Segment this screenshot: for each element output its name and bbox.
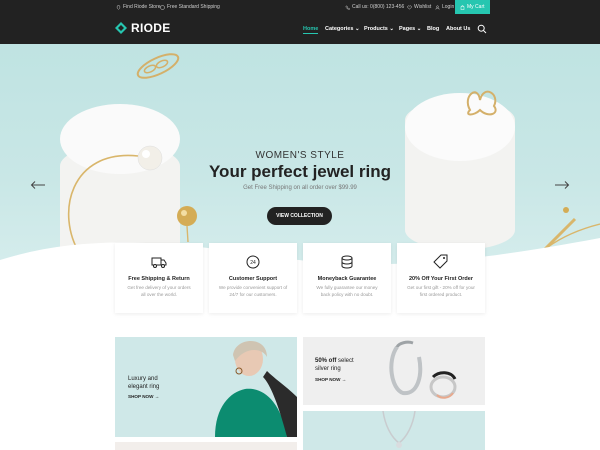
model-woman-image <box>215 341 297 437</box>
feature-line: 24/7 for our customers. <box>229 291 277 297</box>
hero-subtitle: WOMEN'S STYLE <box>255 150 345 161</box>
nav-blog[interactable]: Blog <box>427 14 439 44</box>
prev-slide-arrow-icon[interactable] <box>30 180 46 190</box>
nav-categories[interactable]: Categories ⌄ <box>325 14 360 44</box>
promo2-shop-now-link[interactable]: SHOP NOW → <box>315 377 346 382</box>
logo[interactable]: RIODE <box>115 21 171 35</box>
call-us-label: Call us: 0(800) 123-456 <box>352 4 405 10</box>
feature-title: Customer Support <box>228 276 278 282</box>
login-label: Login <box>442 4 455 10</box>
feature-description: We fully guarantee our money back policy … <box>311 285 383 298</box>
nav-products[interactable]: Products ⌄ <box>364 14 394 44</box>
next-slide-arrow-icon[interactable] <box>554 180 570 190</box>
arrow-right-icon: → <box>154 394 160 399</box>
feature-title: Moneyback Guarantee <box>317 276 377 282</box>
feature-line: Get our first gift - 20% off for your <box>407 285 475 290</box>
login-link[interactable]: Login <box>435 0 454 14</box>
feature-card: 24 Customer Support We provide convenien… <box>209 243 297 313</box>
feature-description: Get our first gift - 20% off for your fir… <box>405 285 477 298</box>
feature-title: 20% Off Your First Order <box>409 276 473 282</box>
ring-top-left-icon <box>136 53 180 79</box>
shop-now-label: SHOP NOW <box>128 394 154 399</box>
call-us-info: Call us: 0(800) 123-456 <box>345 0 404 14</box>
nav-home[interactable]: Home <box>303 14 319 44</box>
promo-banner-silver[interactable]: 50% off select silver ring SHOP NOW → <box>303 337 485 405</box>
my-cart-label: My Cart <box>467 4 485 10</box>
bag-icon <box>460 4 465 10</box>
price-tag-icon <box>433 254 448 269</box>
feature-line: We fully guarantee our money <box>316 285 378 290</box>
user-icon <box>435 5 440 10</box>
promo-banner-luxury[interactable]: Luxury and elegant ring SHOP NOW → <box>115 337 297 437</box>
logo-text: RIODE <box>131 21 171 35</box>
shop-now-label: SHOP NOW <box>315 377 341 382</box>
promo1-text: Luxury and elegant ring <box>128 375 159 391</box>
coins-icon <box>341 255 353 269</box>
promo2-rest: select <box>336 358 354 364</box>
necklace-image <box>382 411 416 448</box>
hero-title: Your perfect jewel ring <box>208 162 391 181</box>
globe-icon <box>160 4 165 10</box>
nav-pages[interactable]: Pages ⌄ <box>399 14 421 44</box>
feature-line: Get free delivery of your orders <box>127 285 191 290</box>
feature-description: Get free delivery of your orders all over… <box>123 285 195 298</box>
top-bar: Find Riode Store Free Standard Shipping … <box>0 0 600 14</box>
promo2-text: 50% off select silver ring <box>315 357 354 373</box>
nav-products-label: Products <box>364 26 388 32</box>
feature-line: We provide convenient support of <box>218 285 288 290</box>
support-24-icon: 24 <box>246 255 260 269</box>
feature-card: 20% Off Your First Order Get our first g… <box>397 243 485 313</box>
feature-line: back policy with no doubt. <box>320 291 374 297</box>
chevron-down-icon: ⌄ <box>416 26 422 32</box>
nav-about[interactable]: About Us <box>446 14 470 44</box>
phone-icon <box>345 5 350 10</box>
nav-categories-label: Categories <box>325 26 354 32</box>
heart-icon <box>407 5 412 10</box>
find-store-link[interactable]: Find Riode Store <box>116 0 161 14</box>
feature-card: Free Shipping & Return Get free delivery… <box>115 243 203 313</box>
truck-icon <box>151 257 167 268</box>
svg-text:24: 24 <box>250 260 256 266</box>
my-cart-button[interactable]: My Cart <box>455 0 490 14</box>
nav-pages-label: Pages <box>399 26 416 32</box>
location-pin-icon <box>116 4 121 10</box>
find-store-label: Find Riode Store <box>123 4 161 10</box>
wishlist-link[interactable]: Wishlist <box>407 0 431 14</box>
promo1-line: Luxury and <box>128 376 158 382</box>
free-shipping-label: Free Standard Shipping <box>167 4 220 10</box>
hero-description: Get Free Shipping on all order over $99.… <box>243 185 357 191</box>
free-shipping-info: Free Standard Shipping <box>160 0 220 14</box>
feature-description: We provide convenient support of 24/7 for… <box>217 285 289 298</box>
promo1-line: elegant ring <box>128 384 160 390</box>
ring-on-pedestal-icon <box>466 90 497 116</box>
feature-title: Free Shipping & Return <box>128 276 190 282</box>
main-header: RIODE Home Categories ⌄ Products ⌄ Pages… <box>0 14 600 44</box>
feature-line: all over the world. <box>140 291 177 297</box>
view-collection-button[interactable]: VIEW COLLECTION <box>267 207 332 225</box>
feature-line: first ordered product. <box>419 291 463 297</box>
promo2-line: silver ring <box>315 366 341 372</box>
promo-banner-bottom[interactable] <box>115 442 297 450</box>
silver-rings-image <box>389 340 457 399</box>
arrow-right-icon: → <box>341 377 347 382</box>
promo2-bold: 50% off <box>315 358 337 364</box>
promo-banner-necklace[interactable] <box>303 411 485 450</box>
logo-diamond-icon <box>115 22 127 34</box>
chevron-down-icon: ⌄ <box>354 26 360 32</box>
search-icon[interactable] <box>477 24 487 34</box>
wishlist-label: Wishlist <box>414 4 432 10</box>
chevron-down-icon: ⌄ <box>389 26 394 32</box>
feature-card: Moneyback Guarantee We fully guarantee o… <box>303 243 391 313</box>
promo1-shop-now-link[interactable]: SHOP NOW → <box>128 394 159 399</box>
features-row: Free Shipping & Return Get free delivery… <box>115 243 485 313</box>
